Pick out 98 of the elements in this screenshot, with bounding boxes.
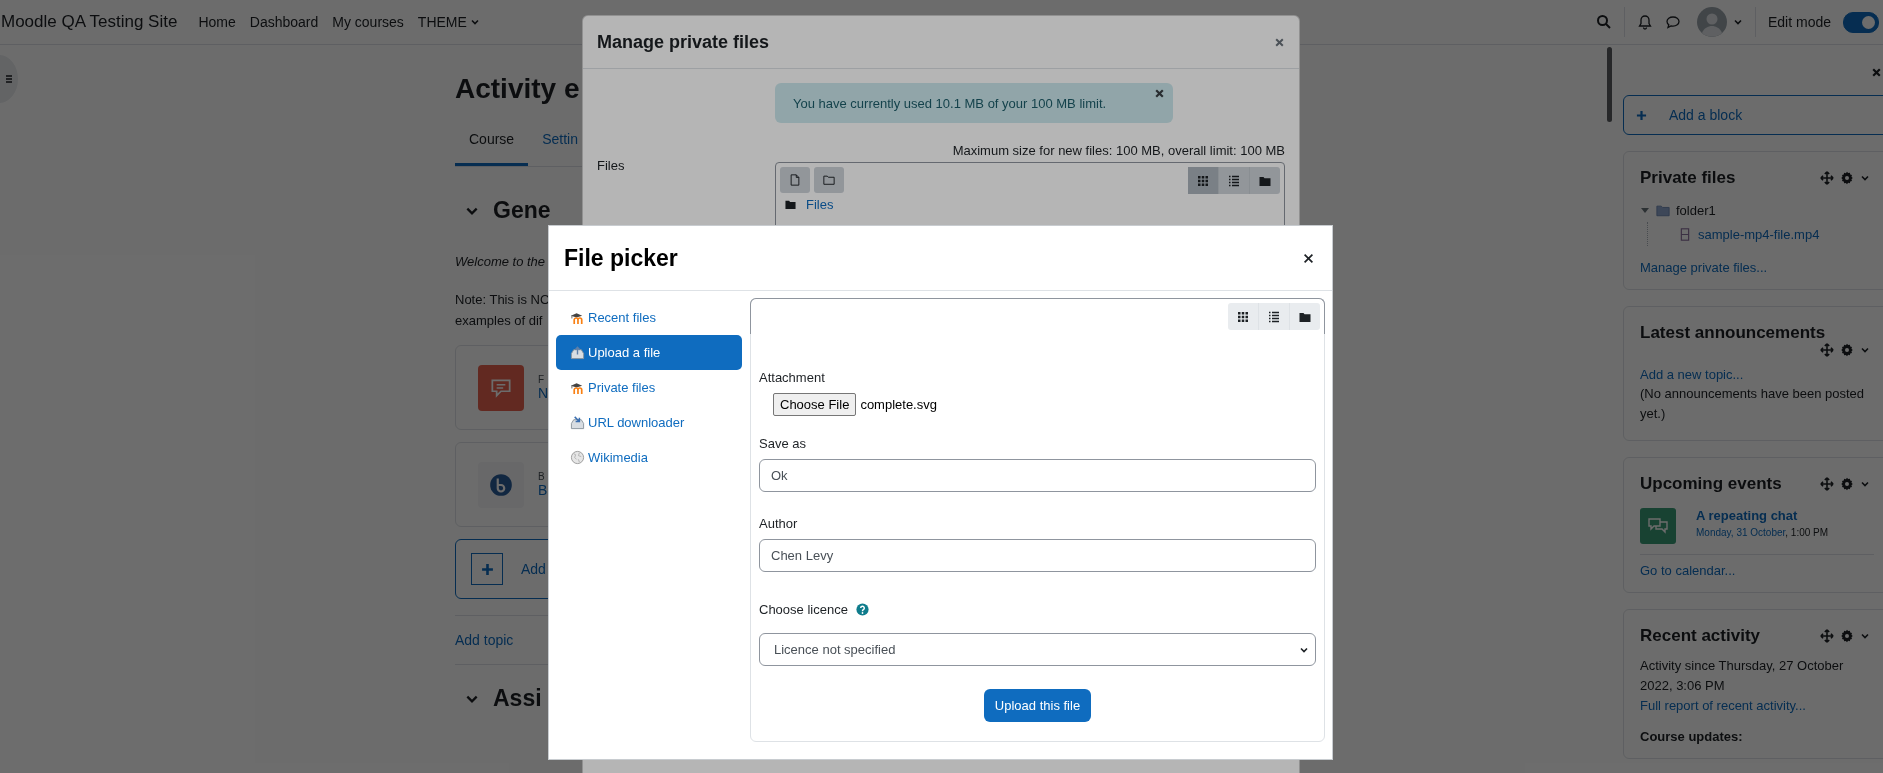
section-title: Gene: [493, 197, 551, 224]
field-label: Author: [759, 516, 799, 531]
limits-text: Maximum size for new files: 100 MB, overall limit: 100 MB: [952, 143, 1285, 158]
plus-icon: [480, 562, 494, 576]
move-icon[interactable]: [1820, 477, 1834, 491]
folder-icon: [785, 199, 796, 210]
field-label: Choose licence: [759, 602, 848, 617]
list-icon: [1268, 310, 1280, 323]
dialog-title: Manage private files: [597, 31, 770, 53]
move-icon[interactable]: [1820, 171, 1834, 185]
video-file-icon: [1678, 227, 1692, 241]
search-icon[interactable]: [1595, 14, 1612, 30]
caret-icon[interactable]: [469, 17, 480, 27]
new-folder-button[interactable]: [814, 167, 844, 193]
repository-item[interactable]: Wikimedia: [556, 440, 742, 475]
recent-activity-link[interactable]: Full report of recent activity...: [1640, 698, 1806, 713]
add-file-button[interactable]: [780, 167, 810, 193]
upload-icon: [570, 345, 585, 360]
gear-icon[interactable]: [1840, 343, 1854, 357]
page-title: Activity e: [455, 73, 580, 105]
note-text: examples of dif: [455, 312, 543, 330]
activity-type: B: [538, 471, 546, 482]
repository-item[interactable]: Private files: [556, 370, 742, 405]
file-link[interactable]: sample-mp4-file.mp4: [1698, 226, 1820, 242]
block-title: Private files: [1640, 168, 1736, 188]
gear-icon[interactable]: [1840, 629, 1854, 643]
nav-link[interactable]: My courses: [325, 14, 411, 30]
licence-select[interactable]: Licence not specified: [759, 633, 1316, 666]
edit-mode-toggle[interactable]: [1843, 11, 1879, 33]
add-block-button[interactable]: Add a block: [1623, 95, 1883, 135]
activity-link[interactable]: N: [538, 385, 549, 401]
choose-file-button[interactable]: Choose File: [773, 393, 857, 416]
alert-text: You have currently used 10.1 MB of your 100 MB limit.: [793, 95, 1107, 111]
list-icon: [1228, 174, 1240, 187]
dialog-title: File picker: [564, 244, 678, 272]
folder-icon: [1259, 174, 1271, 187]
chat-icon[interactable]: [1664, 14, 1681, 30]
author-field[interactable]: Chen Levy: [759, 539, 1316, 572]
block-text: (No announcements have been posted yet.): [1640, 385, 1866, 423]
calendar-link[interactable]: Go to calendar...: [1640, 563, 1736, 578]
chevron-icon[interactable]: [1860, 631, 1870, 641]
event-date-link[interactable]: Monday, 31 October: [1696, 527, 1786, 538]
chosen-file-name: complete.svg: [860, 397, 937, 412]
caret-icon[interactable]: [1732, 17, 1743, 27]
save-as-field[interactable]: Ok: [759, 459, 1316, 492]
site-name[interactable]: Moodle QA Testing Site: [1, 12, 178, 32]
block-title: Upcoming events: [1640, 474, 1782, 494]
plus-icon: [1636, 109, 1647, 121]
move-icon[interactable]: [1820, 343, 1834, 357]
grid-view-button[interactable]: [1188, 167, 1219, 194]
edit-mode-label: Edit mode: [1767, 14, 1831, 30]
move-icon[interactable]: [1820, 629, 1834, 643]
bell-icon[interactable]: [1636, 14, 1653, 30]
repository-item[interactable]: Upload a file: [556, 335, 742, 370]
add-topic-link[interactable]: Add a new topic...: [1640, 367, 1744, 382]
download-icon: [570, 415, 585, 430]
chevron-icon[interactable]: [1860, 345, 1870, 355]
close-icon[interactable]: [1302, 251, 1315, 265]
chevron-icon[interactable]: [1860, 173, 1870, 183]
event-time: , 1:00 PM: [1785, 527, 1829, 538]
block-title: Recent activity: [1640, 626, 1760, 646]
folder-icon: [823, 174, 835, 186]
gear-icon[interactable]: [1840, 477, 1854, 491]
file-icon: [789, 174, 801, 186]
course-tab[interactable]: Course: [455, 121, 529, 166]
section-title: Assi: [493, 685, 542, 712]
activity-type: F: [538, 374, 546, 385]
event-link[interactable]: A repeating chat: [1696, 508, 1829, 523]
repository-item[interactable]: URL downloader: [556, 405, 742, 440]
upload-button[interactable]: Upload this file: [983, 689, 1092, 722]
field-label: Attachment: [759, 370, 826, 385]
section-intro: Welcome to the: [455, 254, 546, 269]
expand-caret-icon[interactable]: [1640, 205, 1650, 215]
moodle-icon: [570, 310, 585, 325]
chevron-icon[interactable]: [1860, 479, 1870, 489]
field-label: Save as: [759, 436, 807, 451]
block-subheading: Course updates:: [1640, 729, 1744, 744]
grid-icon: [1197, 174, 1209, 187]
scrollbar[interactable]: [1607, 47, 1612, 122]
folder-icon: [1656, 203, 1670, 217]
circle-logo-icon: [488, 471, 514, 498]
activity-link[interactable]: B: [538, 482, 548, 498]
help-icon[interactable]: [855, 603, 869, 616]
nav-link[interactable]: THEME: [410, 14, 487, 30]
nav-link[interactable]: Dashboard: [242, 14, 326, 30]
folder-name[interactable]: folder1: [1676, 202, 1716, 218]
grid-icon: [1237, 310, 1249, 323]
nav-link[interactable]: Home: [191, 14, 243, 30]
field-label: Files: [597, 157, 626, 175]
repository-item[interactable]: Recent files: [556, 300, 742, 335]
menu-icon: [4, 74, 14, 84]
block-text: Activity since Thursday, 27 October 2022, 3:06 PM: [1640, 657, 1845, 695]
gear-icon[interactable]: [1840, 171, 1854, 185]
path-link[interactable]: Files: [806, 197, 834, 212]
block-title: Latest announcements: [1640, 323, 1826, 343]
moodle-icon: [570, 380, 585, 395]
globe-icon: [570, 450, 585, 465]
manage-files-link[interactable]: Manage private files...: [1640, 260, 1874, 275]
